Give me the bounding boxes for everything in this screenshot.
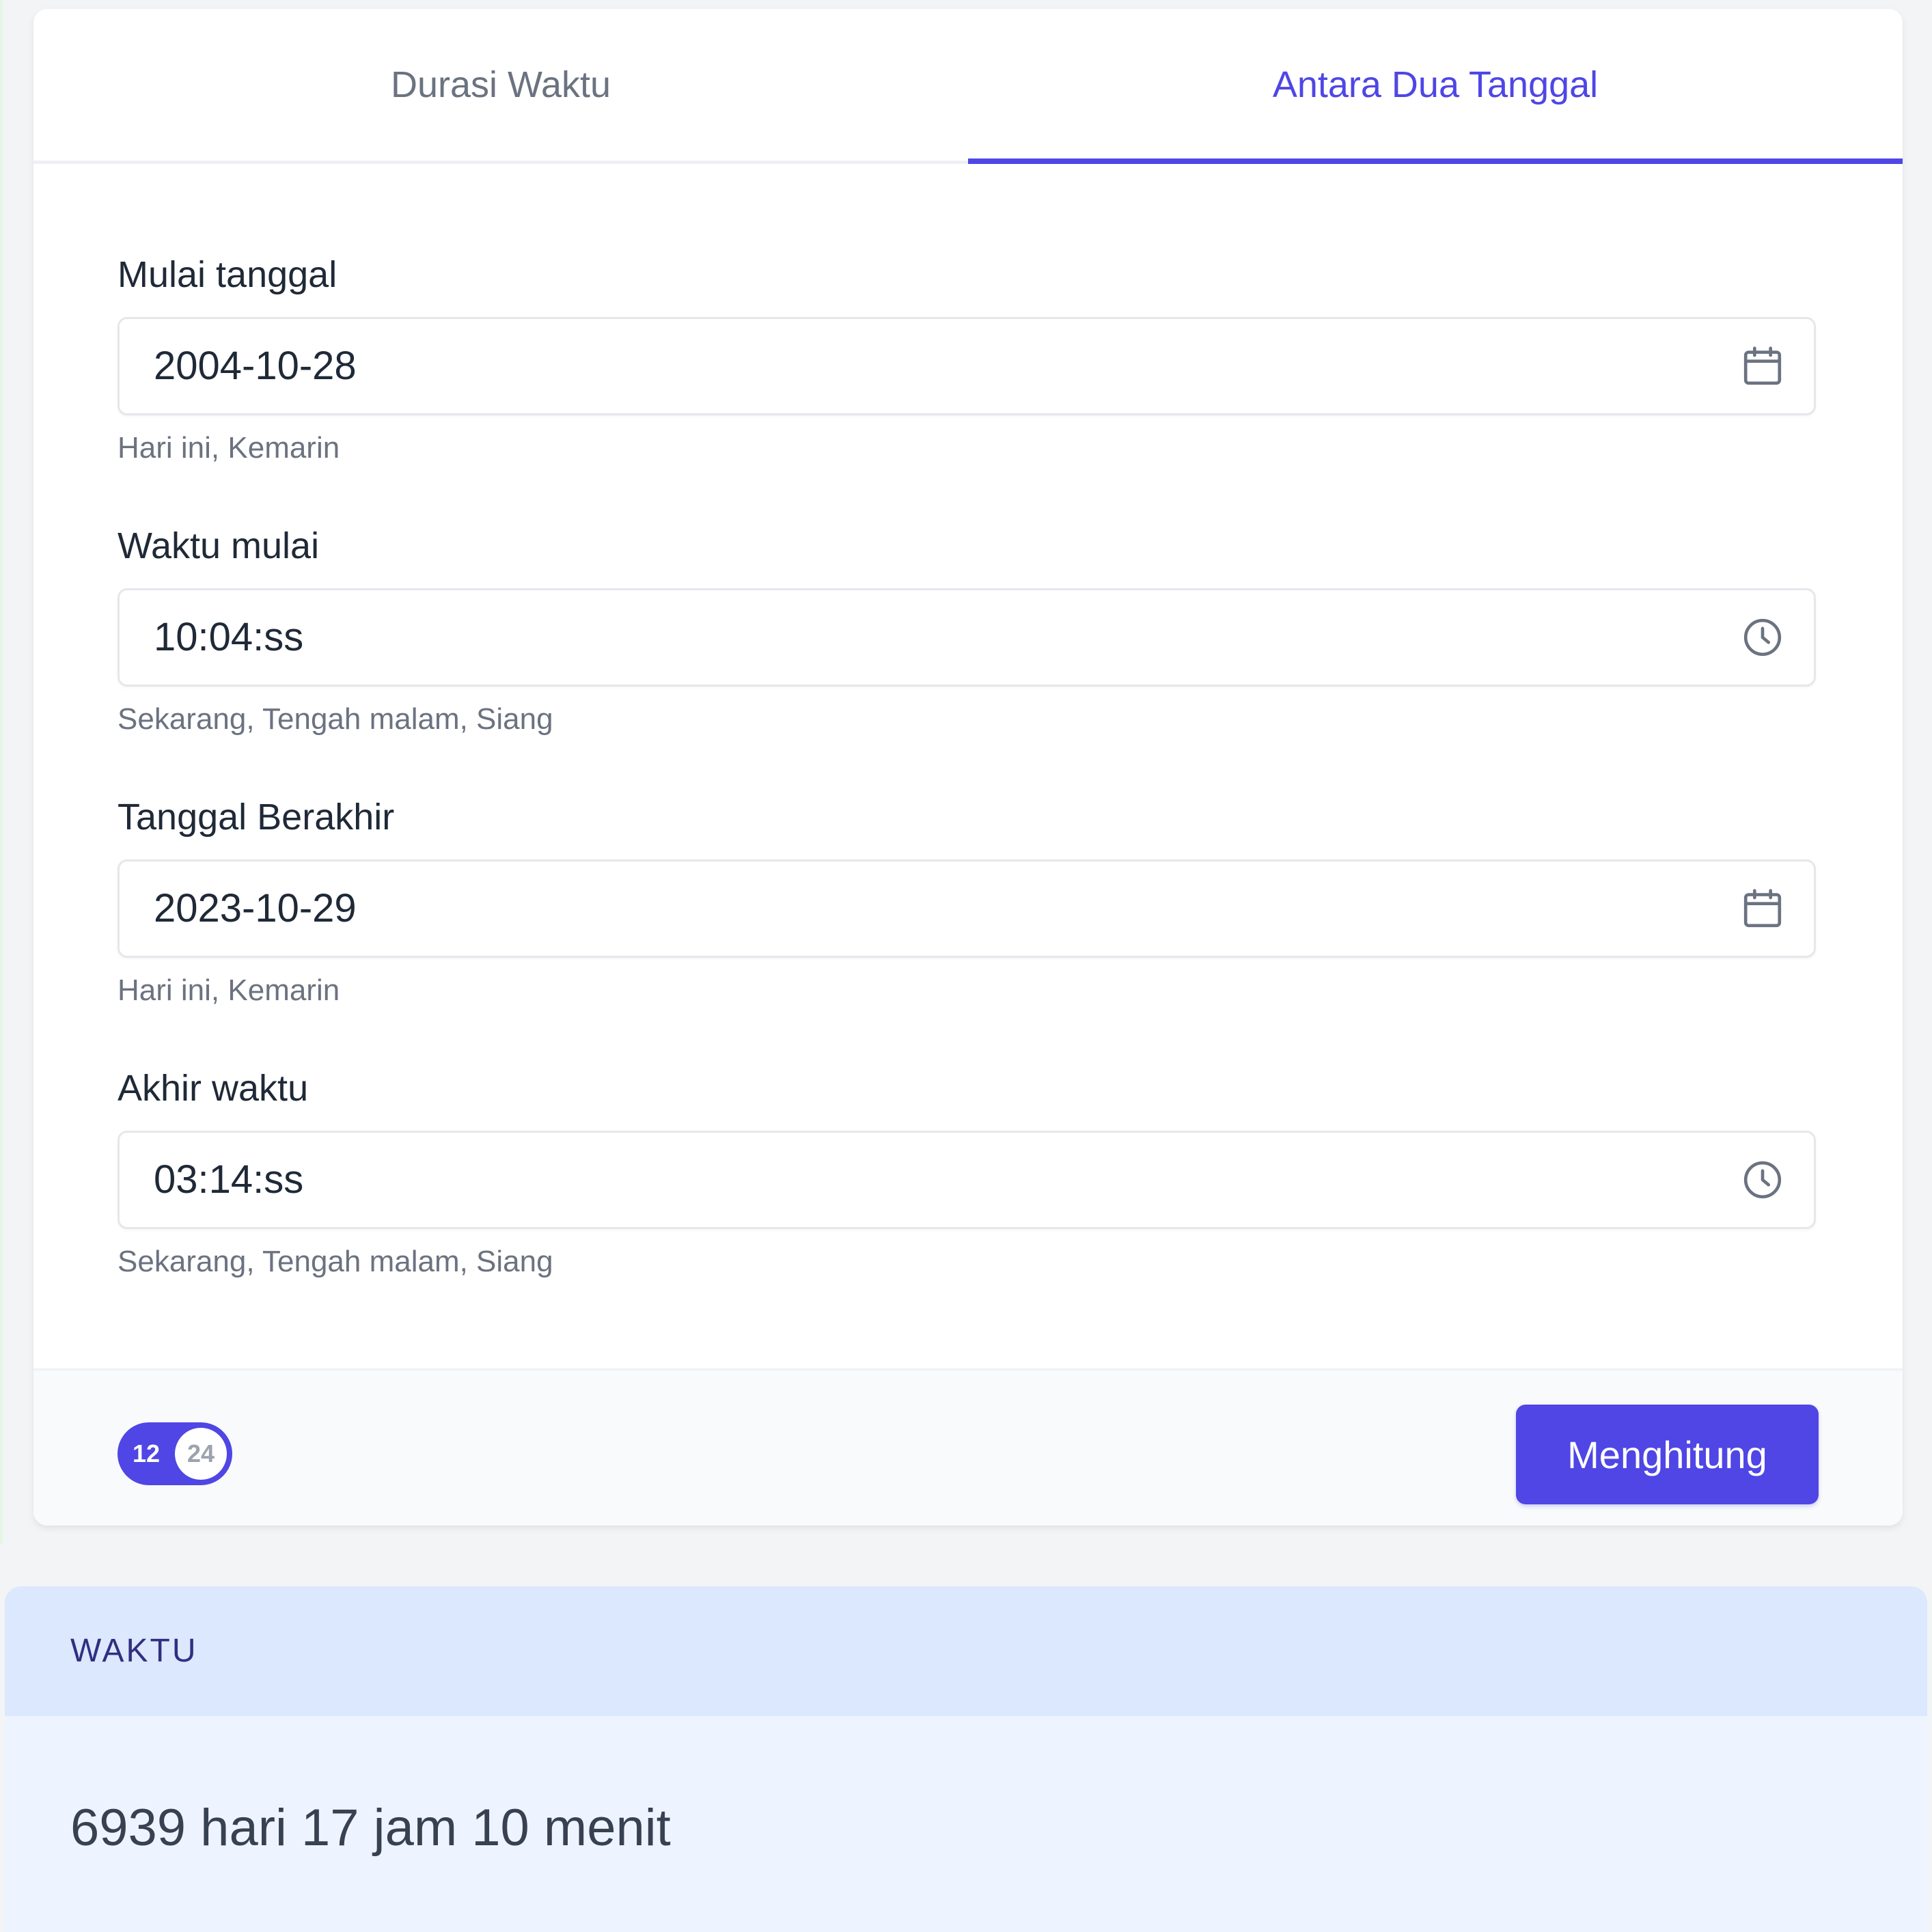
end-date-value: 2023-10-29 [154, 886, 357, 930]
end-time-hint: Sekarang, Tengah malam, Siang [118, 1245, 553, 1278]
toggle-24-knob: 24 [175, 1428, 227, 1480]
hour-format-toggle[interactable]: 12 24 [118, 1422, 232, 1485]
toggle-12-label: 12 [133, 1439, 161, 1467]
result-value: 6939 hari 17 jam 10 menit [70, 1799, 671, 1857]
start-date-input[interactable]: 2004-10-28 [118, 317, 1816, 415]
tab-label: Antara Dua Tanggal [1272, 64, 1599, 105]
end-time-label: Akhir waktu [118, 1068, 309, 1109]
form-footer: 12 24 Menghitung [33, 1368, 1903, 1526]
calculate-button[interactable]: Menghitung [1516, 1405, 1819, 1504]
calendar-icon[interactable] [1739, 885, 1786, 933]
start-date-hint: Hari ini, Kemarin [118, 431, 340, 465]
start-date-label: Mulai tanggal [118, 254, 337, 295]
result-panel: WAKTU 6939 hari 17 jam 10 menit [5, 1586, 1927, 1932]
calculator-card: Durasi Waktu Antara Dua Tanggal Mulai ta… [33, 9, 1903, 1526]
calendar-icon[interactable] [1739, 342, 1786, 390]
clock-icon[interactable] [1739, 613, 1786, 661]
start-time-hint: Sekarang, Tengah malam, Siang [118, 702, 553, 736]
start-date-value: 2004-10-28 [154, 344, 357, 388]
tab-antara-dua-tanggal[interactable]: Antara Dua Tanggal [968, 9, 1903, 164]
end-time-input[interactable]: 03:14:ss [118, 1131, 1816, 1229]
tab-label: Durasi Waktu [390, 64, 611, 105]
end-time-value: 03:14:ss [154, 1157, 304, 1202]
clock-icon[interactable] [1739, 1156, 1786, 1204]
start-time-value: 10:04:ss [154, 615, 304, 659]
end-date-hint: Hari ini, Kemarin [118, 974, 340, 1007]
start-time-label: Waktu mulai [118, 525, 320, 566]
tab-durasi-waktu[interactable]: Durasi Waktu [33, 9, 968, 161]
tab-bar: Durasi Waktu Antara Dua Tanggal [33, 9, 1903, 164]
start-time-input[interactable]: 10:04:ss [118, 588, 1816, 687]
end-date-label: Tanggal Berakhir [118, 797, 395, 838]
result-title: WAKTU [70, 1633, 198, 1669]
end-date-input[interactable]: 2023-10-29 [118, 859, 1816, 958]
result-header: WAKTU [5, 1586, 1927, 1716]
page-edge-strip [0, 0, 3, 1544]
